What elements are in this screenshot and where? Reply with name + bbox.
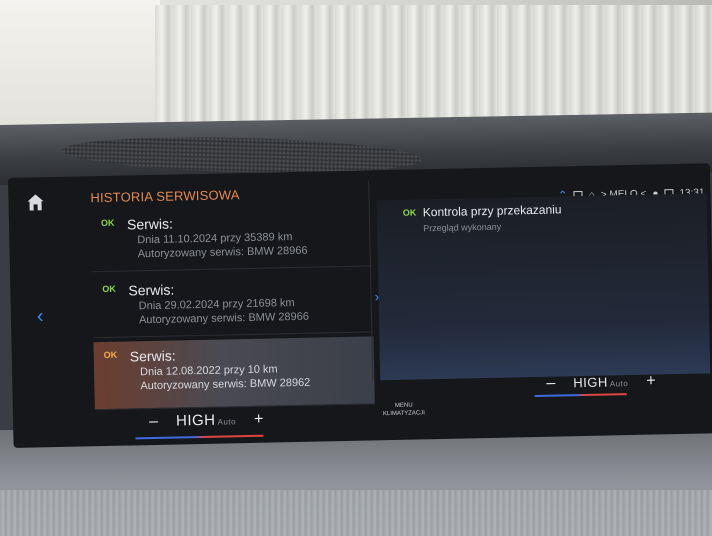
infotainment-screen: ‹ HISTORIA SERWISOWA ⌃ ⌂ > MELO < ● 13:3… (8, 163, 712, 448)
entry-workshop: Autoryzowany serwis: BMW 28966 (137, 244, 308, 261)
detail-panel: OK Kontrola przy przekazaniu Przegląd wy… (376, 193, 711, 381)
service-entry[interactable]: OK Serwis: Dnia 29.02.2024 przy 21698 km… (92, 270, 374, 339)
climate-menu-button[interactable]: MENU KLIMATYZACJI (383, 401, 425, 418)
temp-display: HIGH Auto (175, 411, 237, 430)
temp-color-bar (135, 434, 264, 440)
temp-value: HIGH (573, 374, 608, 391)
temp-up-button[interactable]: + (254, 411, 264, 429)
dashboard-trim (0, 490, 712, 536)
temp-display: HIGH Auto (573, 374, 628, 390)
service-entry-selected[interactable]: OK Serwis: Dnia 12.08.2022 przy 10 km Au… (93, 336, 375, 411)
ok-badge: OK (100, 217, 115, 229)
chevron-left-icon[interactable]: ‹ (37, 305, 44, 328)
temp-value: HIGH (175, 411, 216, 430)
detail-subtitle: Przegląd wykonany (423, 221, 502, 234)
home-icon[interactable] (24, 191, 46, 213)
ok-badge: OK (402, 207, 417, 218)
temp-color-bar (534, 393, 627, 398)
page-title: HISTORIA SERWISOWA (90, 187, 240, 206)
service-history-list: OK Serwis: Dnia 11.10.2024 przy 35389 km… (90, 204, 375, 422)
detail-title: Kontrola przy przekazaniu (422, 202, 562, 220)
auto-label: Auto (217, 417, 237, 427)
service-entry[interactable]: OK Serwis: Dnia 11.10.2024 przy 35389 km… (90, 204, 372, 273)
entry-workshop: Autoryzowany serwis: BMW 28966 (138, 310, 310, 327)
temp-up-button[interactable]: + (646, 372, 656, 390)
temp-down-button[interactable]: – (149, 413, 158, 431)
ok-badge: OK (103, 349, 118, 361)
menu-label-line2: KLIMATYZACJI (382, 410, 425, 418)
entry-workshop: Autoryzowany serwis: BMW 28962 (140, 376, 311, 393)
climate-control-driver: – HIGH Auto + (149, 411, 264, 431)
ok-badge: OK (102, 283, 116, 295)
wall-panel (0, 0, 160, 135)
auto-label: Auto (609, 379, 629, 389)
climate-control-passenger: – HIGH Auto + (546, 372, 656, 392)
temp-down-button[interactable]: – (546, 375, 555, 393)
